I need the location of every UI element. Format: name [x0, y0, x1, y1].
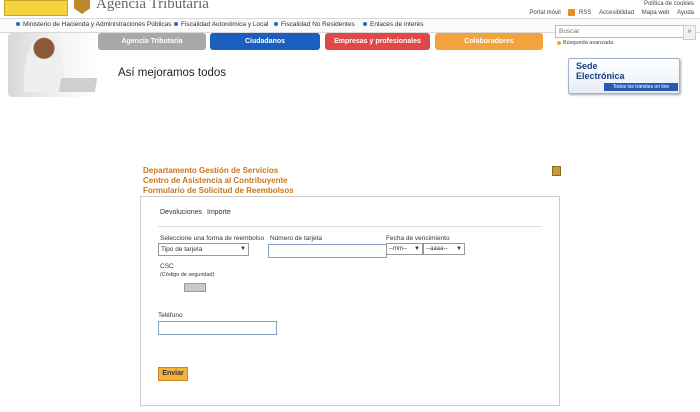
card-number-input[interactable] — [268, 244, 387, 258]
chevron-down-icon: ▼ — [456, 246, 462, 252]
mobile-link[interactable]: Portal móvil — [529, 10, 560, 16]
nav-item-ministry[interactable]: Ministerio de Hacienda y Administracione… — [16, 21, 172, 28]
bullet-icon — [16, 22, 20, 27]
tab-colaboradores[interactable]: Colaboradores — [435, 33, 543, 50]
center-title: Centro de Asistencia al Contribuyente — [143, 176, 288, 185]
rss-link[interactable]: RSS — [579, 10, 591, 16]
agency-shield-icon — [74, 0, 90, 14]
submit-button[interactable]: Enviar — [158, 367, 188, 381]
bullet-icon — [557, 40, 561, 45]
nav-item-autonomica[interactable]: Fiscalidad Autonómica y Local — [174, 21, 268, 28]
search-button[interactable]: » — [683, 25, 696, 40]
search-input[interactable] — [555, 25, 687, 38]
top-right-links: Política de cookies Portal móvil RSS Acc… — [523, 0, 694, 18]
panel-divider — [158, 226, 542, 227]
phone-label: Teléfono — [158, 312, 183, 319]
chevron-down-icon: ▼ — [240, 246, 246, 252]
cvv-label: CSC — [160, 263, 174, 270]
ministry-logo[interactable] — [4, 0, 68, 16]
laptop-icon — [58, 78, 98, 92]
rss-icon[interactable] — [568, 9, 576, 16]
slogan: Así mejoramos todos — [118, 67, 227, 79]
form-title: Formulario de Solicitud de Reembolsos — [143, 186, 294, 195]
cvv-hint: (Código de seguridad) — [160, 272, 215, 278]
sede-tagline: Todos los trámites on line — [604, 83, 678, 91]
chevron-down-icon: ▼ — [414, 246, 420, 252]
sede-title-2: Electrónica — [576, 71, 625, 81]
sede-title-1: Sede — [576, 61, 598, 71]
month-select[interactable]: --mm-- ▼ — [386, 243, 423, 255]
agency-name[interactable]: Agencia Tributaria — [96, 0, 209, 13]
department-title: Departamento Gestión de Servicios — [143, 166, 279, 175]
sitemap-link[interactable]: Mapa web — [642, 10, 670, 16]
advanced-search-link[interactable]: Búsqueda avanzada — [557, 40, 613, 46]
tab-importe[interactable]: Importe — [207, 209, 231, 216]
bullet-icon — [274, 22, 278, 27]
tab-devoluciones[interactable]: Devoluciones — [160, 209, 202, 216]
tab-empresas[interactable]: Empresas y profesionales — [325, 33, 430, 50]
card-number-label: Número de tarjeta — [270, 235, 323, 242]
help-link[interactable]: Ayuda — [677, 10, 694, 16]
print-icon[interactable] — [552, 166, 561, 176]
accessibility-link[interactable]: Accesibilidad — [599, 10, 634, 16]
year-select[interactable]: --aaaa-- ▼ — [423, 243, 465, 255]
card-security-code-image — [184, 283, 206, 292]
bullet-icon — [174, 22, 178, 27]
card-type-label: Seleccione una forma de reembolso — [160, 235, 265, 242]
tab-ciudadanos[interactable]: Ciudadanos — [210, 33, 320, 50]
hero-person — [24, 36, 64, 92]
tab-agencia-tributaria[interactable]: Agencia Tributaria — [98, 33, 206, 50]
nav-item-enlaces[interactable]: Enlaces de interés — [363, 21, 423, 28]
expiry-label: Fecha de vencimiento — [386, 235, 450, 242]
phone-input[interactable] — [158, 321, 277, 335]
bullet-icon — [363, 22, 367, 27]
card-type-select[interactable]: Tipo de tarjeta ▼ — [158, 243, 249, 256]
form-panel — [140, 196, 560, 406]
cookies-link[interactable]: Política de cookies — [523, 0, 694, 9]
nav-item-no-residentes[interactable]: Fiscalidad No Residentes — [274, 21, 355, 28]
